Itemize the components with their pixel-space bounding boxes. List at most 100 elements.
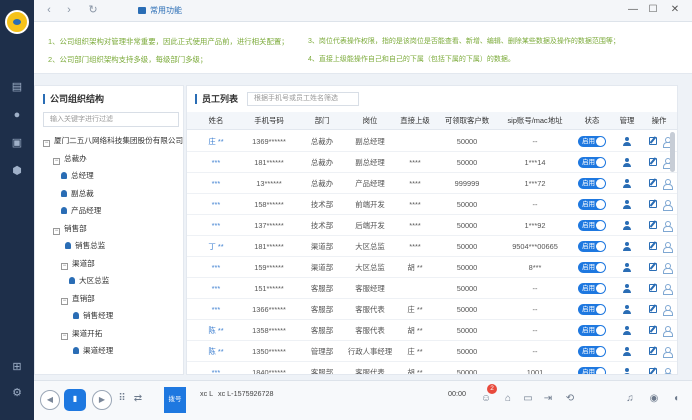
assign-user-icon[interactable] (663, 347, 673, 358)
collapse-icon[interactable]: − (53, 227, 60, 235)
close-button[interactable]: ✕ (668, 3, 682, 17)
table-row[interactable]: *** 1366****** 客服部 客服代表 庄 ** 50000 -- 启用 (187, 299, 677, 320)
edit-icon[interactable] (649, 137, 657, 145)
status-toggle[interactable]: 启用 (578, 136, 606, 147)
assign-user-icon[interactable] (663, 242, 673, 253)
tree-node[interactable]: − 总裁办 (53, 154, 87, 165)
status-toggle[interactable]: 启用 (578, 304, 606, 315)
speaker-icon[interactable]: ◖ (670, 393, 682, 405)
tree-node[interactable]: 销售经理 (73, 311, 113, 321)
tree-node[interactable]: − 直销部 (61, 294, 95, 305)
tree-node[interactable]: 产品经理 (61, 206, 101, 216)
table-row[interactable]: *** 151****** 客服部 客服经理 50000 -- 启用 (187, 278, 677, 299)
assign-user-icon[interactable] (663, 305, 673, 316)
crm-icon[interactable]: ▣ (9, 136, 25, 150)
assign-user-icon[interactable] (663, 200, 673, 211)
headset-icon[interactable]: ♫ (624, 393, 636, 405)
grid-icon[interactable]: ⊞ (9, 360, 25, 374)
user-avatar[interactable] (5, 10, 29, 34)
refresh-icon[interactable]: ↻ (86, 3, 100, 17)
collapse-icon[interactable]: − (61, 297, 68, 305)
contacts-icon[interactable]: ▤ (9, 80, 25, 94)
manage-user-icon[interactable] (623, 368, 631, 374)
gear-icon[interactable]: ⚙ (9, 386, 25, 400)
edit-icon[interactable] (649, 221, 657, 229)
edit-icon[interactable] (649, 158, 657, 166)
edit-icon[interactable] (649, 368, 657, 374)
staff-search-input[interactable]: 根据手机号或员工姓名筛选 (247, 92, 359, 106)
collapse-icon[interactable]: − (61, 332, 68, 340)
play-button[interactable]: ▶ (92, 390, 112, 410)
tree-node[interactable]: − 渠道部 (61, 259, 95, 270)
tree-node[interactable]: 渠道经理 (73, 346, 113, 356)
status-toggle[interactable]: 启用 (578, 325, 606, 336)
table-row[interactable]: 陈 ** 1350****** 管理部 行政人事经理 庄 ** 50000 -- 启用 (187, 341, 677, 362)
table-row[interactable]: *** 13****** 总裁办 产品经理 **** 999999 1***72 启用 (187, 173, 677, 194)
tree-node[interactable]: − 销售部 (53, 224, 87, 235)
manage-user-icon[interactable] (623, 137, 631, 146)
collapse-icon[interactable]: − (43, 140, 50, 147)
tree-node[interactable]: 大区总监 (69, 276, 109, 286)
edit-icon[interactable] (649, 326, 657, 334)
manage-user-icon[interactable] (623, 305, 631, 314)
status-toggle[interactable]: 启用 (578, 262, 606, 273)
manage-user-icon[interactable] (623, 200, 631, 209)
edit-icon[interactable] (649, 284, 657, 292)
manage-user-icon[interactable] (623, 263, 631, 272)
table-row[interactable]: *** 158****** 技术部 前端开发 **** 50000 -- 启用 (187, 194, 677, 215)
status-toggle[interactable]: 启用 (578, 241, 606, 252)
manage-user-icon[interactable] (623, 347, 631, 356)
screen-icon[interactable]: ▭ (522, 393, 534, 405)
phone-icon[interactable]: ▮ (64, 389, 86, 411)
export-icon[interactable]: ⇥ (542, 393, 554, 405)
status-toggle[interactable]: 启用 (578, 346, 606, 357)
collapse-icon[interactable]: − (61, 262, 68, 270)
edit-icon[interactable] (649, 242, 657, 250)
assign-user-icon[interactable] (663, 284, 673, 295)
tree-node[interactable]: − 厦门二五八网络科技集团股份有限公司 (43, 136, 183, 147)
collapse-icon[interactable]: − (53, 157, 60, 165)
assign-user-icon[interactable] (663, 179, 673, 190)
assign-user-icon[interactable] (663, 368, 673, 374)
tree-node[interactable]: 总经理 (61, 171, 94, 181)
tree-node[interactable]: 销售总监 (65, 241, 105, 251)
table-row[interactable]: 丁 ** 181****** 渠道部 大区总监 **** 50000 9504***0066… (187, 236, 677, 257)
table-row[interactable]: *** 159****** 渠道部 大区总监 胡 ** 50000 8*** 启用 (187, 257, 677, 278)
manage-user-icon[interactable] (623, 179, 631, 188)
edit-icon[interactable] (649, 305, 657, 313)
manage-user-icon[interactable] (623, 284, 631, 293)
status-toggle[interactable]: 启用 (578, 178, 606, 189)
table-row[interactable]: *** 137****** 技术部 后端开发 **** 50000 1***92 启用 (187, 215, 677, 236)
maximize-button[interactable]: ☐ (646, 3, 660, 17)
prev-button[interactable]: ◀ (40, 390, 60, 410)
status-toggle[interactable]: 启用 (578, 199, 606, 210)
org-filter-input[interactable]: 输入关键字进行过滤 (43, 112, 179, 127)
status-toggle[interactable]: 启用 (578, 283, 606, 294)
tree-node[interactable]: 副总裁 (61, 189, 94, 199)
edit-icon[interactable] (649, 347, 657, 355)
user-icon[interactable]: ● (9, 108, 25, 122)
tree-node[interactable]: − 渠道开拓 (61, 329, 102, 340)
forward-arrow-icon[interactable]: › (62, 3, 76, 17)
minimize-button[interactable]: — (626, 3, 640, 17)
edit-icon[interactable] (649, 263, 657, 271)
manage-user-icon[interactable] (623, 221, 631, 230)
edit-icon[interactable] (649, 179, 657, 187)
assign-user-icon[interactable] (663, 326, 673, 337)
assign-user-icon[interactable] (663, 263, 673, 274)
manage-user-icon[interactable] (623, 158, 631, 167)
table-row[interactable]: *** 1840****** 客服部 客服代表 胡 ** 50000 1001 启用 (187, 362, 677, 374)
lock-icon[interactable]: ⌂ (502, 393, 514, 405)
table-row[interactable]: 庄 ** 1369****** 总裁办 副总经理 50000 -- 启用 (187, 131, 677, 152)
table-row[interactable]: 陈 ** 1358****** 客服部 客服代表 胡 ** 50000 -- 启用 (187, 320, 677, 341)
transfer-icon[interactable]: ⇄ (132, 393, 144, 405)
scrollbar[interactable] (670, 132, 675, 172)
status-toggle[interactable]: 启用 (578, 220, 606, 231)
table-row[interactable]: *** 181****** 总裁办 副总经理 **** 50000 1***14 启用 (187, 152, 677, 173)
keypad-icon[interactable]: ⠿ (116, 393, 128, 405)
dial-button[interactable]: 拨号 (164, 387, 186, 413)
assign-user-icon[interactable] (663, 221, 673, 232)
settings-shield-icon[interactable]: ⬢ (9, 164, 25, 178)
tab-common-functions[interactable]: 常用功能 (134, 3, 188, 18)
notification-user-icon[interactable]: ☺ (480, 393, 492, 405)
